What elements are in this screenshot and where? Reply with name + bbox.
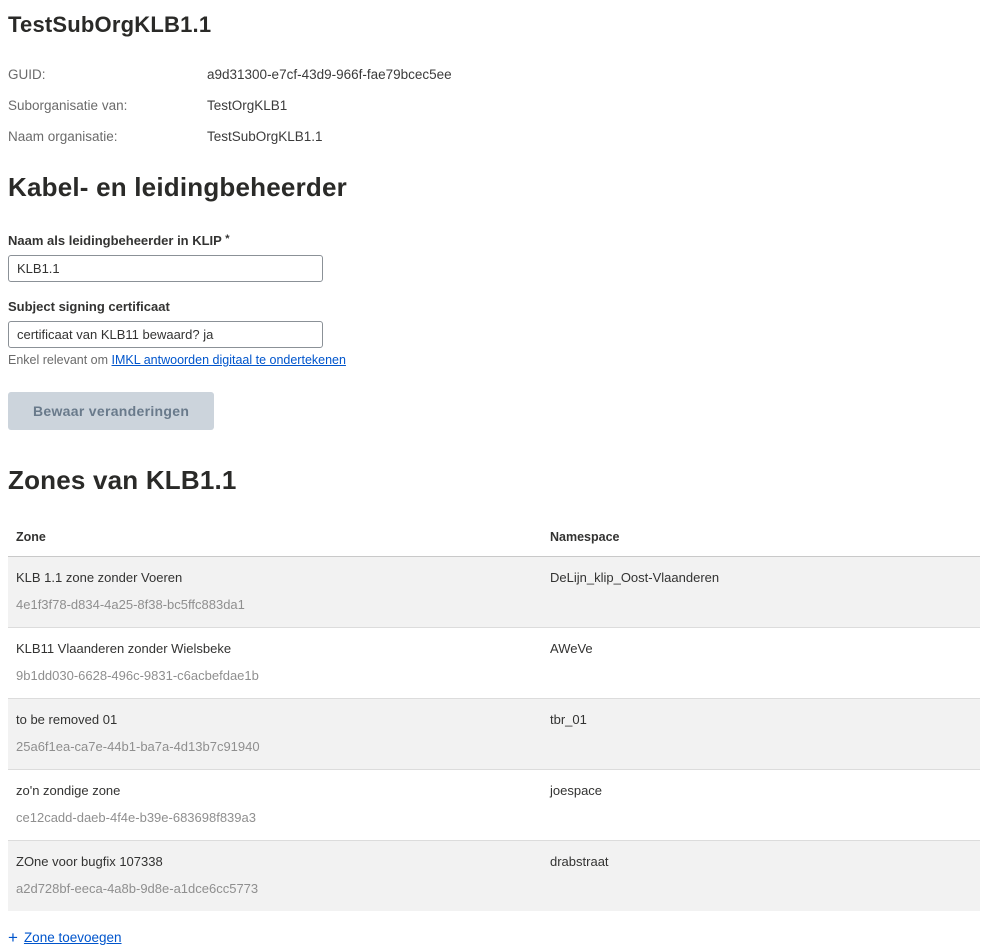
namespace-column-header: Namespace (542, 520, 980, 557)
zone-column-header: Zone (8, 520, 542, 557)
zone-namespace: AWeVe (550, 641, 972, 657)
table-row: zo'n zondige zone ce12cadd-daeb-4f4e-b39… (8, 770, 980, 841)
pipeline-manager-name-label-text: Naam als leidingbeheerder in KLIP (8, 233, 222, 248)
zone-namespace: tbr_01 (550, 712, 972, 728)
suborganisation-label: Suborganisatie van: (8, 97, 207, 114)
zone-guid: 9b1dd030-6628-496c-9831-c6acbefdae1b (16, 668, 534, 684)
zone-name: KLB11 Vlaanderen zonder Wielsbeke (16, 641, 534, 657)
signing-certificate-input[interactable] (8, 321, 323, 348)
zone-guid: 4e1f3f78-d834-4a25-8f38-bc5ffc883da1 (16, 597, 534, 613)
table-row: KLB 1.1 zone zonder Voeren 4e1f3f78-d834… (8, 557, 980, 628)
table-row: KLB11 Vlaanderen zonder Wielsbeke 9b1dd0… (8, 628, 980, 699)
zone-name: KLB 1.1 zone zonder Voeren (16, 570, 534, 586)
add-zone-link[interactable]: + Zone toevoegen (8, 930, 122, 945)
helper-prefix: Enkel relevant om (8, 353, 112, 367)
organisation-name-value: TestSubOrgKLB1.1 (207, 128, 323, 145)
detail-row-organisation-name: Naam organisatie: TestSubOrgKLB1.1 (8, 128, 988, 145)
zone-name: to be removed 01 (16, 712, 534, 728)
suborganisation-value: TestOrgKLB1 (207, 97, 287, 114)
zones-table: Zone Namespace KLB 1.1 zone zonder Voere… (8, 520, 980, 911)
signing-certificate-label: Subject signing certificaat (8, 299, 988, 314)
zone-name: ZOne voor bugfix 107338 (16, 854, 534, 870)
required-marker: * (225, 233, 229, 245)
plus-icon: + (8, 931, 18, 945)
zones-table-header-row: Zone Namespace (8, 520, 980, 557)
zone-namespace: drabstraat (550, 854, 972, 870)
guid-value: a9d31300-e7cf-43d9-966f-fae79bcec5ee (207, 66, 452, 83)
guid-label: GUID: (8, 66, 207, 83)
zone-namespace: DeLijn_klip_Oost-Vlaanderen (550, 570, 972, 586)
certificate-helper-text: Enkel relevant om IMKL antwoorden digita… (8, 353, 988, 367)
manager-section-heading: Kabel- en leidingbeheerder (8, 172, 988, 203)
manager-form: Naam als leidingbeheerder in KLIP * Subj… (8, 233, 988, 430)
table-row: to be removed 01 25a6f1ea-ca7e-44b1-ba7a… (8, 699, 980, 770)
pipeline-manager-name-input[interactable] (8, 255, 323, 282)
zone-guid: a2d728bf-eeca-4a8b-9d8e-a1dce6cc5773 (16, 881, 534, 897)
pipeline-manager-name-label: Naam als leidingbeheerder in KLIP * (8, 233, 988, 248)
zone-guid: 25a6f1ea-ca7e-44b1-ba7a-4d13b7c91940 (16, 739, 534, 755)
zones-section-heading: Zones van KLB1.1 (8, 465, 988, 496)
save-changes-button[interactable]: Bewaar veranderingen (8, 392, 214, 430)
organisation-details: GUID: a9d31300-e7cf-43d9-966f-fae79bcec5… (8, 66, 988, 145)
zone-name: zo'n zondige zone (16, 783, 534, 799)
add-zone-label: Zone toevoegen (24, 930, 122, 945)
page-title: TestSubOrgKLB1.1 (8, 12, 988, 38)
organisation-name-label: Naam organisatie: (8, 128, 207, 145)
zone-namespace: joespace (550, 783, 972, 799)
table-row: ZOne voor bugfix 107338 a2d728bf-eeca-4a… (8, 841, 980, 912)
zone-guid: ce12cadd-daeb-4f4e-b39e-683698f839a3 (16, 810, 534, 826)
detail-row-suborganisation: Suborganisatie van: TestOrgKLB1 (8, 97, 988, 114)
detail-row-guid: GUID: a9d31300-e7cf-43d9-966f-fae79bcec5… (8, 66, 988, 83)
imkl-sign-link[interactable]: IMKL antwoorden digitaal te ondertekenen (112, 353, 346, 367)
